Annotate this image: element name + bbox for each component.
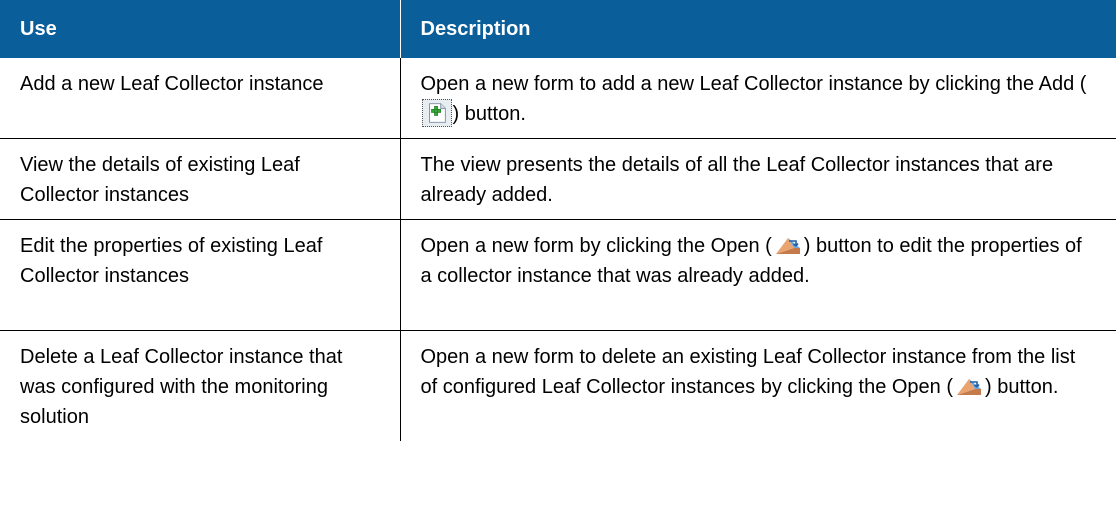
table-row: Add a new Leaf Collector instance Open a… bbox=[0, 58, 1116, 139]
use-description-table: Use Description Add a new Leaf Collector… bbox=[0, 0, 1116, 441]
table-row: Delete a Leaf Collector instance that wa… bbox=[0, 330, 1116, 442]
table-row: View the details of existing Leaf Collec… bbox=[0, 138, 1116, 220]
description-cell: Open a new form by clicking the Open ( )… bbox=[400, 219, 1116, 331]
open-icon bbox=[775, 237, 800, 254]
description-cell: The view presents the details of all the… bbox=[400, 138, 1116, 220]
use-cell: Edit the properties of existing Leaf Col… bbox=[0, 219, 401, 331]
description-text: Open a new form to add a new Leaf Collec… bbox=[420, 73, 1087, 95]
use-cell: View the details of existing Leaf Collec… bbox=[0, 138, 401, 220]
description-text: Open a new form by clicking the Open ( bbox=[420, 235, 772, 257]
column-header-description: Description bbox=[400, 0, 1116, 58]
description-cell: Open a new form to delete an existing Le… bbox=[400, 331, 1116, 442]
column-header-use: Use bbox=[0, 0, 401, 58]
table-header-row: Use Description bbox=[0, 0, 1116, 58]
description-cell: Open a new form to add a new Leaf Collec… bbox=[400, 58, 1116, 139]
add-icon bbox=[421, 98, 452, 127]
description-text: ) button. bbox=[452, 103, 526, 125]
use-cell: Add a new Leaf Collector instance bbox=[0, 58, 401, 139]
description-text: ) button. bbox=[985, 376, 1059, 398]
table-row: Edit the properties of existing Leaf Col… bbox=[0, 219, 1116, 331]
open-icon bbox=[957, 378, 982, 395]
use-cell: Delete a Leaf Collector instance that wa… bbox=[0, 330, 401, 441]
